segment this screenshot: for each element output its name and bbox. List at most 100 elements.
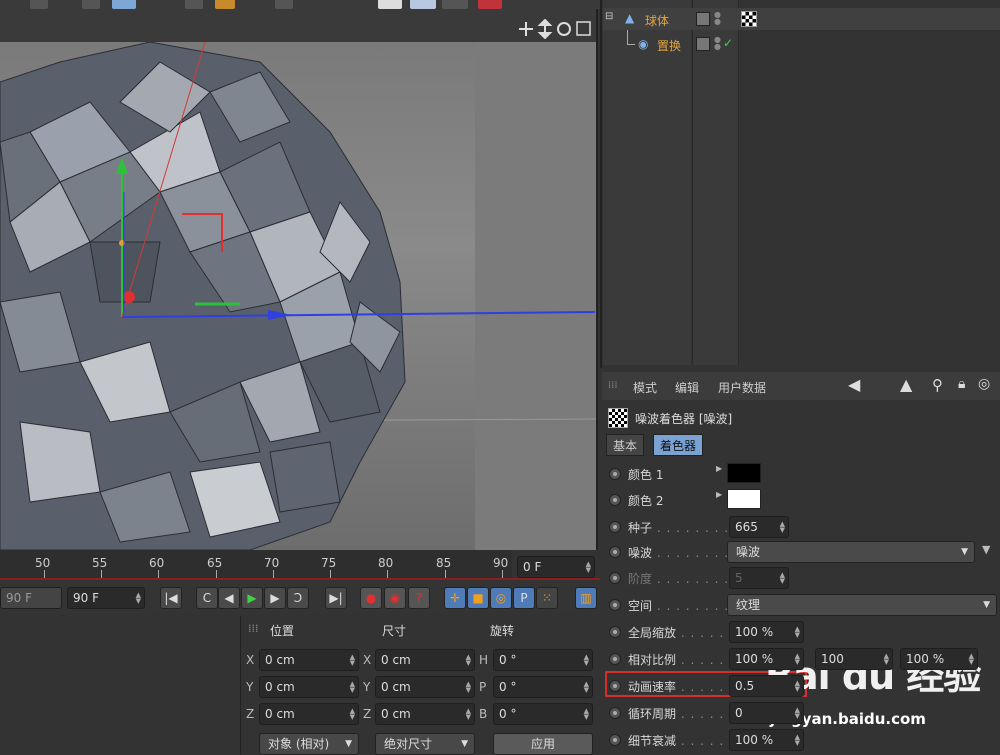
end-frame-field[interactable]: 90 F ▲ ▼ [67,587,145,609]
object-item-sphere[interactable]: 球体 [645,12,669,29]
back-arrow-icon[interactable]: ◀ [848,375,860,394]
param-field-octaves[interactable]: 5 ▲ ▼ [729,567,789,589]
rotate-icon[interactable] [557,22,571,36]
expand-arrow-icon[interactable]: ▶ [716,464,722,473]
visibility-dots-icon[interactable]: ● ● [714,11,721,26]
param-field-relative_scale-y[interactable]: 100 ▲ ▼ [815,648,893,670]
prev-frame-button[interactable]: ◀ [218,587,240,609]
up-arrow-icon[interactable]: ▲ [900,375,912,394]
spinner-icon[interactable]: ▲ ▼ [780,521,785,534]
spinner-icon[interactable]: ▲ ▼ [795,626,800,639]
size-z-field[interactable]: 0 cm ▲ ▼ [375,703,475,725]
play-button[interactable]: ▶ [241,587,263,609]
key-help-button[interactable]: ? [408,587,430,609]
pos-y-field[interactable]: 0 cm ▲ ▼ [259,676,359,698]
toolbar-button[interactable] [215,0,235,9]
animate-radio[interactable] [609,653,621,665]
spinner-icon[interactable]: ▲ ▼ [350,681,355,694]
animate-radio[interactable] [609,626,621,638]
menu-userdata[interactable]: 用户数据 [718,379,766,396]
animate-radio[interactable] [609,599,621,611]
goto-end-button[interactable]: ▶| [325,587,347,609]
size-mode-dropdown[interactable]: 绝对尺寸 ▼ [375,733,475,755]
rot-b-field[interactable]: 0 ° ▲ ▼ [493,703,593,725]
next-frame-button[interactable]: ▶ [264,587,286,609]
tab-shader[interactable]: 着色器 [653,434,704,456]
spinner-icon[interactable]: ▲ ▼ [795,680,800,693]
spinner-icon[interactable]: ▲ ▼ [584,681,589,694]
key-scale-button[interactable]: ■ [467,587,489,609]
spinner-icon[interactable]: ▲ ▼ [584,654,589,667]
expand-arrow-icon[interactable]: ▶ [716,490,722,499]
toolbar-button[interactable] [442,0,468,9]
layer-icon[interactable] [696,12,710,26]
viewport-canvas[interactable] [0,42,596,550]
preview-max-field[interactable]: 90 F [0,587,62,609]
animate-radio[interactable] [609,494,621,506]
param-dropdown-noise[interactable]: 噪波 ▼ [727,541,975,563]
animate-radio[interactable] [609,546,621,558]
param-field-relative_scale[interactable]: 100 % ▲ ▼ [729,648,804,670]
toolbar-button[interactable] [185,0,203,9]
spinner-icon[interactable]: ▲ ▼ [466,654,471,667]
toolbar-button[interactable] [478,0,502,9]
prev-key-button[interactable]: C [196,587,218,609]
key-param-button[interactable]: P [513,587,535,609]
spinner-icon[interactable]: ▲ ▼ [969,653,974,666]
color-swatch-color2[interactable] [727,489,761,509]
animate-radio[interactable] [609,707,621,719]
param-field-loop_period[interactable]: 0 ▲ ▼ [729,702,804,724]
material-tag-icon[interactable] [741,11,757,27]
pos-x-field[interactable]: 0 cm ▲ ▼ [259,649,359,671]
timeline-mode-button[interactable]: ▥ [575,587,597,609]
next-key-button[interactable]: Ɔ [287,587,309,609]
search-icon[interactable]: ⚲ [932,376,943,394]
lock-icon[interactable]: 🔒︎ [958,376,965,392]
spinner-icon[interactable]: ▲ ▼ [795,734,800,747]
rot-h-field[interactable]: 0 ° ▲ ▼ [493,649,593,671]
spinner-icon[interactable]: ▲ ▼ [586,561,591,574]
spinner-icon[interactable]: ▲ ▼ [795,707,800,720]
tab-basic[interactable]: 基本 [606,434,645,456]
param-field-detail_atten[interactable]: 100 % ▲ ▼ [729,729,804,751]
toolbar-button[interactable] [82,0,100,9]
spinner-icon[interactable]: ▲ ▼ [795,653,800,666]
rot-p-field[interactable]: 0 ° ▲ ▼ [493,676,593,698]
layer-icon[interactable] [696,37,710,51]
param-dropdown-space[interactable]: 纹理 ▼ [727,594,997,616]
record-key-button[interactable]: ● [360,587,382,609]
spinner-icon[interactable]: ▲ ▼ [350,654,355,667]
auto-key-button[interactable]: ◉ [384,587,406,609]
color-swatch-color1[interactable] [727,463,761,483]
menu-mode[interactable]: 模式 [633,379,657,396]
param-field-anim_speed[interactable]: 0.5 ▲ ▼ [729,675,804,697]
param-field-seed[interactable]: 665 ▲ ▼ [729,516,789,538]
current-frame-field[interactable]: 0 F ▲ ▼ [517,556,595,578]
apply-button[interactable]: 应用 [493,733,593,755]
check-icon[interactable]: ✓ [723,36,733,50]
visibility-dots-icon[interactable]: ● ● [714,36,721,51]
object-item-displace[interactable]: 置换 [657,37,681,54]
pos-z-field[interactable]: 0 cm ▲ ▼ [259,703,359,725]
coord-mode-dropdown[interactable]: 对象 (相对) ▼ [259,733,359,755]
spinner-icon[interactable]: ▲ ▼ [136,592,141,605]
param-field-global_scale[interactable]: 100 % ▲ ▼ [729,621,804,643]
toolbar-button[interactable] [112,0,136,9]
drag-icon[interactable] [537,19,553,39]
animate-radio[interactable] [609,572,621,584]
noise-preview-toggle-icon[interactable]: ▼ [982,543,990,556]
spinner-icon[interactable]: ▲ ▼ [584,708,589,721]
toolbar-button[interactable] [410,0,436,9]
size-x-field[interactable]: 0 cm ▲ ▼ [375,649,475,671]
fullscreen-icon[interactable] [576,21,591,36]
toolbar-button[interactable] [30,0,48,9]
spinner-icon[interactable]: ▲ ▼ [466,708,471,721]
toolbar-button[interactable] [378,0,402,9]
animate-radio[interactable] [609,734,621,746]
toolbar-button[interactable] [275,0,293,9]
key-rotate-button[interactable]: ◎ [490,587,512,609]
spinner-icon[interactable]: ▲ ▼ [466,681,471,694]
spinner-icon[interactable]: ▲ ▼ [350,708,355,721]
animate-radio[interactable] [609,680,621,692]
spinner-icon[interactable]: ▲ ▼ [884,653,889,666]
